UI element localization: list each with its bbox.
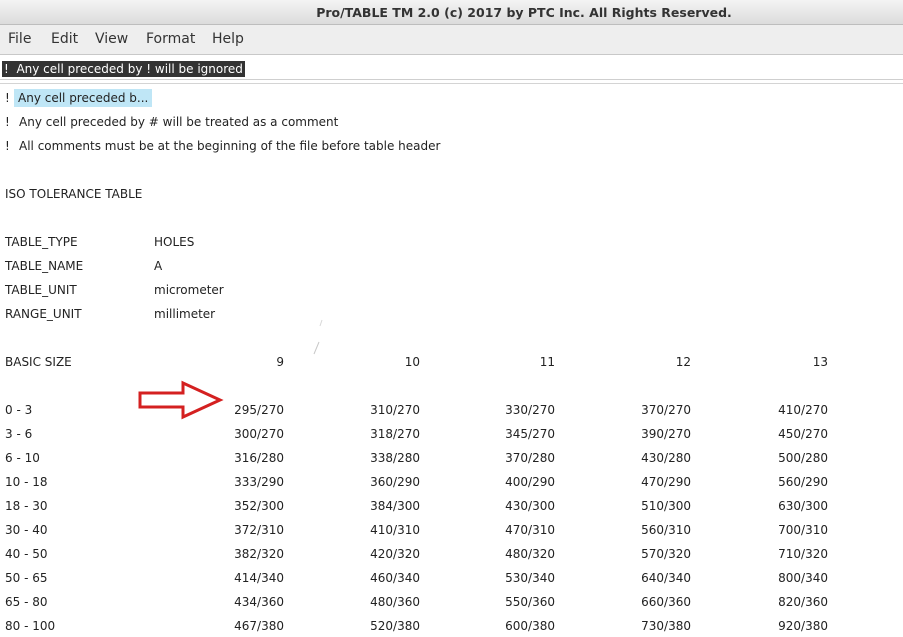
tolerance-cell[interactable]: 352/300	[204, 497, 284, 515]
tolerance-cell[interactable]: 318/270	[340, 425, 420, 443]
title-bar: Pro/TABLE TM 2.0 (c) 2017 by PTC Inc. Al…	[0, 0, 903, 25]
header-column-cell[interactable]: 11	[475, 353, 555, 371]
tolerance-cell[interactable]: 338/280	[340, 449, 420, 467]
tolerance-cell[interactable]: 710/320	[748, 545, 828, 563]
tolerance-cell[interactable]: 460/340	[340, 569, 420, 587]
comment-cell[interactable]: All comments must be at the beginning of…	[19, 137, 440, 155]
range-cell[interactable]: 30 - 40	[5, 521, 48, 539]
menu-view[interactable]: View	[95, 31, 128, 47]
window-title: Pro/TABLE TM 2.0 (c) 2017 by PTC Inc. Al…	[316, 5, 732, 20]
tolerance-cell[interactable]: 730/380	[611, 617, 691, 635]
tolerance-cell[interactable]: 372/310	[204, 521, 284, 539]
comment-mark: !	[5, 115, 10, 129]
range-cell[interactable]: 65 - 80	[5, 593, 48, 611]
range-cell[interactable]: 0 - 3	[5, 401, 32, 419]
property-key[interactable]: RANGE_UNIT	[5, 305, 82, 323]
tolerance-cell[interactable]: 520/380	[340, 617, 420, 635]
tolerance-cell[interactable]: 410/270	[748, 401, 828, 419]
menu-bar: File Edit View Format Help	[0, 25, 903, 55]
tolerance-cell[interactable]: 414/340	[204, 569, 284, 587]
tolerance-cell[interactable]: 316/280	[204, 449, 284, 467]
tolerance-cell[interactable]: 310/270	[340, 401, 420, 419]
tolerance-cell[interactable]: 530/340	[475, 569, 555, 587]
property-value[interactable]: millimeter	[154, 305, 215, 323]
property-key[interactable]: TABLE_UNIT	[5, 281, 77, 299]
tolerance-cell[interactable]: 510/300	[611, 497, 691, 515]
tolerance-cell[interactable]: 450/270	[748, 425, 828, 443]
range-cell[interactable]: 10 - 18	[5, 473, 48, 491]
header-column-cell[interactable]: 13	[748, 353, 828, 371]
tolerance-cell[interactable]: 430/300	[475, 497, 555, 515]
tolerance-cell[interactable]: 360/290	[340, 473, 420, 491]
header-column-cell[interactable]: 9	[204, 353, 284, 371]
property-key[interactable]: TABLE_NAME	[5, 257, 83, 275]
tolerance-cell[interactable]: 382/320	[204, 545, 284, 563]
range-cell[interactable]: 6 - 10	[5, 449, 40, 467]
tolerance-cell[interactable]: 420/320	[340, 545, 420, 563]
tolerance-cell[interactable]: 345/270	[475, 425, 555, 443]
menu-format[interactable]: Format	[146, 31, 195, 47]
property-key[interactable]: TABLE_TYPE	[5, 233, 78, 251]
stray-mark	[313, 319, 323, 355]
tolerance-cell[interactable]: 480/320	[475, 545, 555, 563]
range-cell[interactable]: 3 - 6	[5, 425, 32, 443]
tolerance-cell[interactable]: 920/380	[748, 617, 828, 635]
tolerance-cell[interactable]: 660/360	[611, 593, 691, 611]
tolerance-cell[interactable]: 410/310	[340, 521, 420, 539]
property-value[interactable]: A	[154, 257, 162, 275]
tolerance-cell[interactable]: 560/310	[611, 521, 691, 539]
menu-help[interactable]: Help	[212, 31, 244, 47]
tolerance-cell[interactable]: 390/270	[611, 425, 691, 443]
tolerance-cell[interactable]: 700/310	[748, 521, 828, 539]
tolerance-cell[interactable]: 630/300	[748, 497, 828, 515]
tolerance-cell[interactable]: 600/380	[475, 617, 555, 635]
tolerance-cell[interactable]: 430/280	[611, 449, 691, 467]
menu-file[interactable]: File	[8, 31, 31, 47]
property-value[interactable]: HOLES	[154, 233, 194, 251]
header-column-cell[interactable]: 12	[611, 353, 691, 371]
tolerance-cell[interactable]: 560/290	[748, 473, 828, 491]
tolerance-cell[interactable]: 333/290	[204, 473, 284, 491]
range-cell[interactable]: 80 - 100	[5, 617, 55, 635]
tolerance-cell[interactable]: 370/270	[611, 401, 691, 419]
tolerance-cell[interactable]: 295/270	[204, 401, 284, 419]
menu-edit[interactable]: Edit	[51, 31, 78, 47]
tolerance-cell[interactable]: 467/380	[204, 617, 284, 635]
tolerance-cell[interactable]: 434/360	[204, 593, 284, 611]
tolerance-cell[interactable]: 820/360	[748, 593, 828, 611]
tolerance-cell[interactable]: 470/290	[611, 473, 691, 491]
tolerance-cell[interactable]: 500/280	[748, 449, 828, 467]
tolerance-cell[interactable]: 570/320	[611, 545, 691, 563]
tolerance-cell[interactable]: 480/360	[340, 593, 420, 611]
tolerance-cell[interactable]: 400/290	[475, 473, 555, 491]
tolerance-cell[interactable]: 640/340	[611, 569, 691, 587]
tolerance-cell[interactable]: 370/280	[475, 449, 555, 467]
tolerance-cell[interactable]: 330/270	[475, 401, 555, 419]
tolerance-cell[interactable]: 550/360	[475, 593, 555, 611]
property-value[interactable]: micrometer	[154, 281, 224, 299]
comment-mark: !	[5, 91, 10, 105]
range-cell[interactable]: 40 - 50	[5, 545, 48, 563]
table-title-cell[interactable]: ISO TOLERANCE TABLE	[5, 185, 142, 203]
cell-edit-value[interactable]: ! Any cell preceded by ! will be ignored	[2, 61, 245, 77]
header-column-cell[interactable]: 10	[340, 353, 420, 371]
tolerance-cell[interactable]: 300/270	[204, 425, 284, 443]
header-label-cell[interactable]: BASIC SIZE	[5, 353, 72, 371]
tolerance-cell[interactable]: 800/340	[748, 569, 828, 587]
comment-mark: !	[5, 139, 10, 153]
comment-cell[interactable]: Any cell preceded by # will be treated a…	[19, 113, 338, 131]
range-cell[interactable]: 18 - 30	[5, 497, 48, 515]
tolerance-cell[interactable]: 470/310	[475, 521, 555, 539]
cell-edit-field[interactable]: ! Any cell preceded by ! will be ignored	[0, 58, 903, 80]
comment-cell-selected[interactable]: Any cell preceded b...	[14, 89, 153, 107]
range-cell[interactable]: 50 - 65	[5, 569, 48, 587]
tolerance-cell[interactable]: 384/300	[340, 497, 420, 515]
